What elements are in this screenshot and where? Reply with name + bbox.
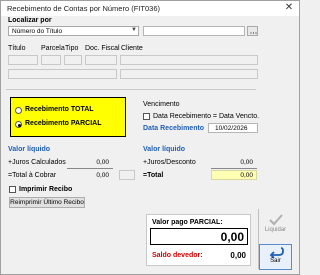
search-mode-value: Número do Título — [12, 28, 63, 35]
title-bar: Recebimento de Contas por Número (FIT036… — [1, 1, 299, 16]
right-juros-field: 0,00 — [211, 157, 257, 167]
left-valor-liquido-label: Valor líquido — [8, 146, 51, 153]
search-label: Localizar por — [8, 17, 52, 24]
right-sum-line — [211, 168, 257, 169]
header-parcela: Parcela — [41, 45, 65, 52]
header-doc-fiscal: Doc. Fiscal — [85, 45, 120, 52]
print-receipt-label: Imprimir Recibo — [19, 186, 73, 193]
sair-label: Sair — [270, 258, 281, 264]
search-input[interactable] — [143, 26, 245, 36]
left-valor-liquido-field — [67, 145, 113, 155]
divider — [6, 89, 256, 90]
radio-partial-label: Recebimento PARCIAL — [25, 120, 102, 127]
left-total-extra — [119, 170, 135, 180]
field-titulo — [8, 55, 38, 65]
dots-icon — [250, 32, 257, 34]
header-titulo: Título — [8, 45, 26, 52]
search-button[interactable] — [247, 26, 258, 36]
header-tipo: Tipo — [65, 45, 79, 52]
left-total-field: 0,00 — [67, 170, 113, 180]
data-recebimento-input[interactable]: 10/02/2026 — [208, 123, 258, 133]
window-title: Recebimento de Contas por Número (FIT036… — [7, 4, 160, 13]
radio-total[interactable] — [15, 107, 22, 114]
right-valor-liquido-label: Valor líquido — [143, 146, 186, 153]
header-cliente: Cliente — [121, 45, 143, 52]
left-juros-field: 0,00 — [67, 157, 113, 167]
close-icon[interactable]: ✕ — [283, 2, 295, 13]
vencimento-label: Vencimento — [143, 101, 180, 108]
chevron-down-icon: ▼ — [131, 27, 137, 33]
receipt-window: Recebimento de Contas por Número (FIT036… — [0, 0, 300, 275]
same-as-due-checkbox[interactable] — [143, 113, 150, 120]
field-tipo — [64, 55, 82, 65]
liquidar-label: Liquidar — [264, 227, 287, 233]
field-cliente — [120, 55, 258, 65]
balance-label: Saldo devedor: — [152, 252, 203, 259]
receipt-type-panel: Recebimento TOTAL Recebimento PARCIAL — [10, 97, 126, 137]
checkmark-icon — [268, 214, 283, 226]
search-mode-select[interactable]: Número do Título ▼ — [8, 26, 139, 36]
field-parcela — [41, 55, 61, 65]
same-as-due-label: Data Recebimento = Data Vencto. — [153, 113, 260, 120]
left-juros-label: +Juros Calculados — [8, 159, 66, 166]
paid-label: Valor pago PARCIAL: — [152, 219, 223, 226]
data-recebimento-label: Data Recebimento — [143, 125, 205, 132]
left-sum-line — [67, 168, 113, 169]
liquidar-button[interactable]: Liquidar — [259, 213, 292, 233]
payment-box: Valor pago PARCIAL: 0,00 Saldo devedor: … — [146, 214, 251, 266]
radio-total-label: Recebimento TOTAL — [25, 106, 94, 113]
field-extra-right — [120, 69, 258, 79]
reprint-button[interactable]: Reimprimir Último Recibo — [9, 197, 85, 208]
print-receipt-checkbox[interactable] — [9, 186, 16, 193]
paid-input[interactable]: 0,00 — [150, 228, 248, 245]
exit-arrow-icon — [269, 247, 284, 258]
radio-partial[interactable] — [15, 121, 22, 128]
left-total-label: =Total à Cobrar — [8, 172, 57, 179]
balance-value: 0,00 — [230, 251, 246, 260]
right-valor-liquido-field — [211, 145, 257, 155]
sair-button[interactable]: Sair — [259, 244, 292, 270]
right-juros-label: +Juros/Desconto — [143, 159, 196, 166]
right-total-field: 0,00 — [211, 170, 257, 180]
field-extra-left — [8, 69, 117, 79]
field-doc-fiscal — [85, 55, 117, 65]
right-total-label: =Total — [143, 172, 164, 179]
